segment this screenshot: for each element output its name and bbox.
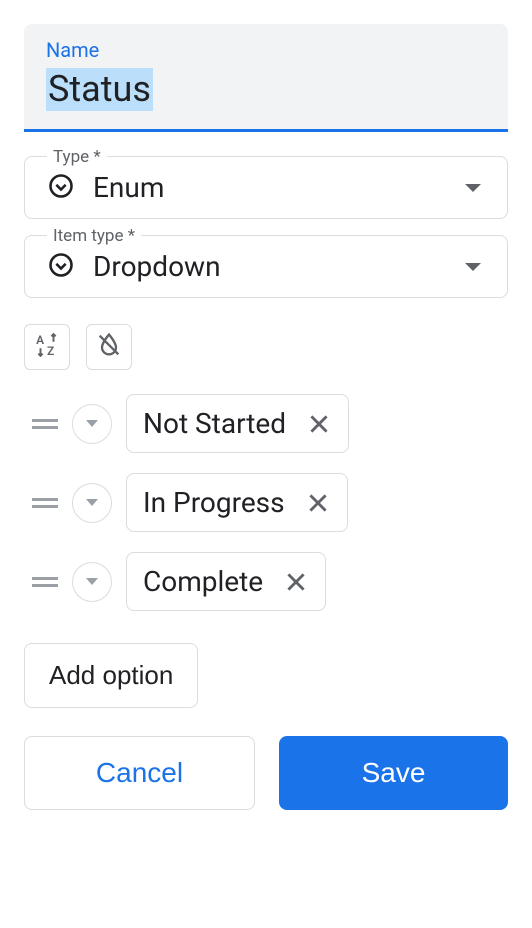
drag-handle-icon[interactable] bbox=[32, 417, 58, 431]
close-icon bbox=[305, 490, 331, 516]
item-type-label: Item type * bbox=[47, 226, 141, 246]
sort-az-button[interactable]: A Z bbox=[24, 324, 70, 370]
remove-option-button[interactable] bbox=[283, 569, 309, 595]
remove-option-button[interactable] bbox=[306, 411, 332, 437]
chevron-down-icon bbox=[86, 578, 98, 585]
option-color-dropdown[interactable] bbox=[72, 562, 112, 602]
option-label[interactable]: Not Started bbox=[143, 407, 286, 440]
option-chip: In Progress bbox=[126, 473, 348, 532]
chevron-down-icon bbox=[465, 263, 481, 271]
dropdown-icon bbox=[47, 251, 75, 283]
cancel-button[interactable]: Cancel bbox=[24, 736, 255, 810]
option-color-dropdown[interactable] bbox=[72, 404, 112, 444]
item-type-value: Dropdown bbox=[93, 250, 447, 283]
drag-handle-icon[interactable] bbox=[32, 496, 58, 510]
option-chip: Complete bbox=[126, 552, 326, 611]
sort-az-icon: A Z bbox=[34, 332, 60, 362]
add-option-button[interactable]: Add option bbox=[24, 643, 198, 708]
svg-text:Z: Z bbox=[47, 344, 54, 358]
option-label[interactable]: Complete bbox=[143, 565, 263, 598]
svg-text:A: A bbox=[36, 333, 44, 347]
option-label[interactable]: In Progress bbox=[143, 486, 285, 519]
drag-handle-icon[interactable] bbox=[32, 575, 58, 589]
name-label: Name bbox=[46, 38, 486, 62]
enum-icon bbox=[47, 172, 75, 204]
option-chip: Not Started bbox=[126, 394, 349, 453]
option-row: Complete bbox=[24, 552, 508, 611]
type-label: Type * bbox=[47, 147, 107, 167]
chevron-down-icon bbox=[86, 420, 98, 427]
option-row: In Progress bbox=[24, 473, 508, 532]
type-value: Enum bbox=[93, 171, 447, 204]
name-input[interactable]: Status bbox=[46, 68, 153, 111]
close-icon bbox=[283, 569, 309, 595]
chevron-down-icon bbox=[86, 499, 98, 506]
color-off-button[interactable] bbox=[86, 324, 132, 370]
type-select[interactable]: Type * Enum bbox=[24, 156, 508, 219]
droplet-off-icon bbox=[95, 331, 123, 363]
save-button[interactable]: Save bbox=[279, 736, 508, 810]
option-color-dropdown[interactable] bbox=[72, 483, 112, 523]
option-row: Not Started bbox=[24, 394, 508, 453]
close-icon bbox=[306, 411, 332, 437]
chevron-down-icon bbox=[465, 184, 481, 192]
name-field[interactable]: Name Status bbox=[24, 24, 508, 132]
item-type-select[interactable]: Item type * Dropdown bbox=[24, 235, 508, 298]
remove-option-button[interactable] bbox=[305, 490, 331, 516]
